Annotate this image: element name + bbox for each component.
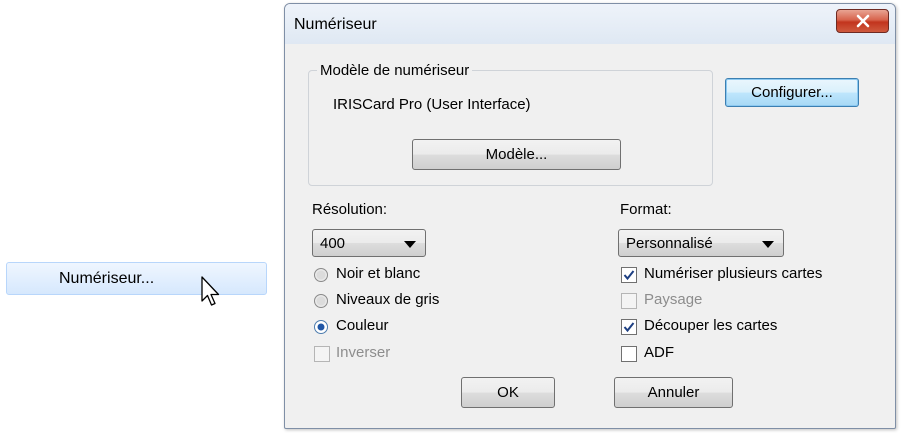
chevron-down-icon [762, 241, 774, 248]
radio-label-couleur: Couleur [336, 317, 389, 334]
checkbox-inverser[interactable] [314, 346, 330, 362]
scanner-dialog: Numériseur Modèle de numériseur IRISCard… [284, 3, 896, 429]
ok-button[interactable]: OK [461, 377, 555, 408]
radio-niveaux-de-gris[interactable] [313, 293, 329, 309]
dialog-title: Numériseur [294, 16, 377, 33]
radio-label-noir-et-blanc: Noir et blanc [336, 265, 421, 282]
resolution-select[interactable]: 400 [312, 229, 426, 257]
checkbox-label-numeriser-plusieurs-cartes: Numériser plusieurs cartes [644, 265, 823, 282]
resolution-label: Résolution: [312, 201, 388, 218]
checkbox-decouper-les-cartes[interactable] [621, 319, 637, 335]
format-value: Personnalisé [626, 235, 713, 252]
checkbox-label-inverser: Inverser [336, 344, 391, 361]
scanner-model-name: IRISCard Pro (User Interface) [333, 96, 531, 113]
radio-couleur[interactable] [313, 319, 329, 335]
checkbox-paysage[interactable] [621, 293, 637, 309]
close-button[interactable] [836, 9, 889, 33]
model-button[interactable]: Modèle... [412, 139, 621, 170]
scanner-model-legend: Modèle de numériseur [317, 62, 473, 79]
radio-label-niveaux-de-gris: Niveaux de gris [336, 291, 440, 308]
checkbox-numeriser-plusieurs-cartes[interactable] [621, 267, 637, 283]
menu-item-label: Numériseur... [59, 270, 155, 287]
menu-item-numeriseur[interactable]: Numériseur... [6, 262, 267, 295]
chevron-down-icon [404, 241, 416, 248]
format-label: Format: [620, 201, 672, 218]
cancel-button[interactable]: Annuler [614, 377, 733, 408]
mouse-cursor-icon [201, 276, 220, 306]
radio-noir-et-blanc[interactable] [313, 267, 329, 283]
format-select[interactable]: Personnalisé [618, 229, 784, 257]
configure-button[interactable]: Configurer... [725, 78, 859, 107]
checkbox-label-paysage: Paysage [644, 291, 703, 308]
close-icon [856, 14, 870, 28]
checkbox-label-adf: ADF [644, 344, 674, 361]
checkbox-label-decouper-les-cartes: Découper les cartes [644, 317, 778, 334]
checkbox-adf[interactable] [621, 346, 637, 362]
title-bar[interactable]: Numériseur [285, 4, 895, 44]
resolution-value: 400 [320, 235, 346, 252]
